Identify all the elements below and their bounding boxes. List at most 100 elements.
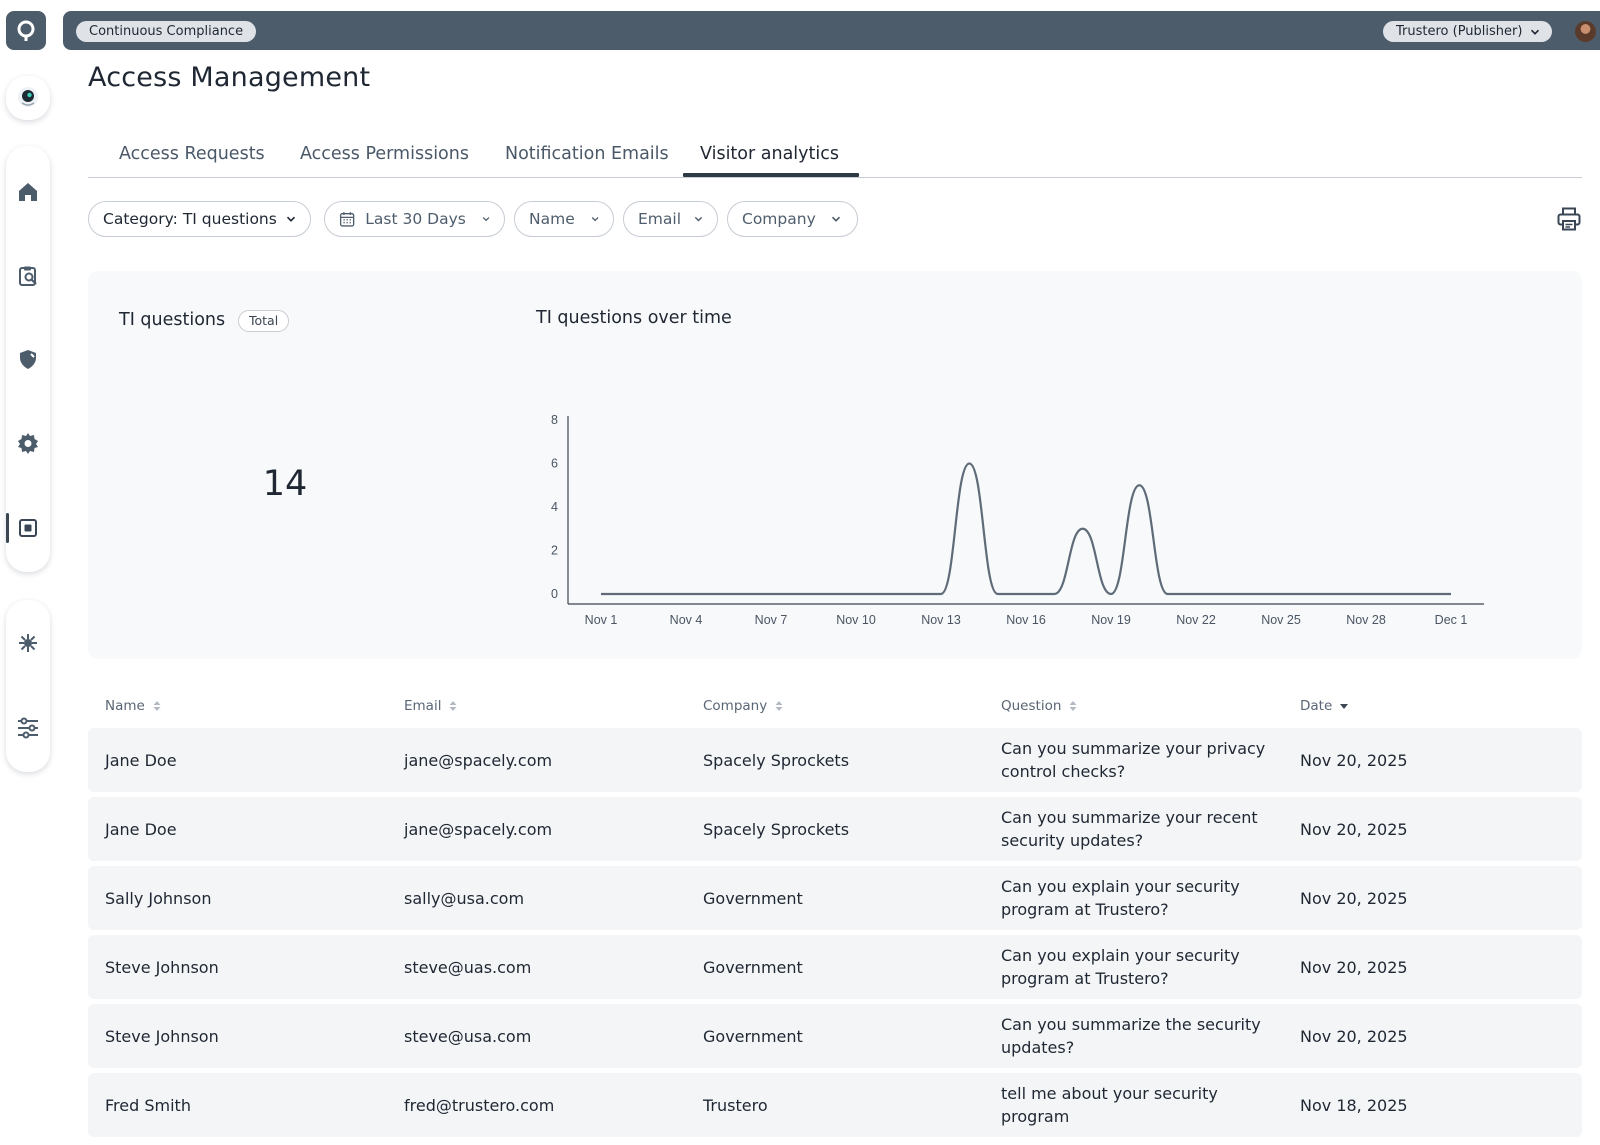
tab-access-requests[interactable]: Access Requests [119, 144, 265, 164]
column-header-name[interactable]: Name [105, 698, 162, 714]
column-label: Name [105, 698, 145, 714]
table-row[interactable]: Steve Johnson steve@usa.com Government Can … [88, 1004, 1582, 1068]
y-tick-label: 2 [551, 544, 558, 558]
y-tick-label: 6 [551, 457, 558, 471]
cell-question: Can you summarize your recent security u… [1001, 808, 1258, 850]
active-tab-indicator [683, 173, 859, 177]
chevron-down-icon [1531, 29, 1540, 35]
cell-email: jane@spacely.com [404, 750, 553, 770]
account-switcher[interactable]: Trustero (Publisher) [1383, 21, 1553, 42]
chevron-down-icon [694, 216, 703, 222]
account-label: Trustero (Publisher) [1396, 24, 1523, 39]
x-tick-label: Nov 1 [585, 613, 618, 627]
total-badge: Total [238, 310, 290, 332]
table-row[interactable]: Steve Johnson steve@uas.com Government Can … [88, 935, 1582, 999]
x-tick-label: Nov 19 [1091, 613, 1131, 627]
assistant-icon[interactable] [6, 82, 50, 112]
column-label: Email [404, 698, 442, 714]
cell-name: Jane Doe [105, 750, 177, 770]
cell-name: Fred Smith [105, 1095, 191, 1115]
cell-name: Sally Johnson [105, 888, 212, 908]
avatar[interactable] [1575, 21, 1596, 42]
settings-sliders-icon[interactable] [6, 713, 50, 743]
sort-icon [1069, 701, 1077, 711]
sort-desc-icon [1340, 704, 1349, 709]
cell-name: Jane Doe [105, 819, 177, 839]
shield-icon[interactable] [6, 344, 50, 374]
sort-icon [449, 701, 457, 711]
cell-name: Steve Johnson [105, 1026, 219, 1046]
cell-company: Trustero [703, 1095, 768, 1115]
print-icon[interactable] [1556, 206, 1582, 232]
cell-email: sally@usa.com [404, 888, 525, 908]
table-row[interactable]: Fred Smith fred@trustero.com Trustero tell … [88, 1073, 1582, 1137]
date-range-filter[interactable]: Last 30 Days [324, 201, 505, 237]
calendar-icon [339, 212, 355, 227]
y-tick-label: 0 [551, 587, 558, 601]
column-label: Date [1300, 698, 1333, 714]
name-filter-label: Name [529, 210, 575, 228]
cell-company: Government [703, 957, 803, 977]
trust-center-icon[interactable] [6, 513, 50, 543]
cell-date: Nov 20, 2025 [1300, 957, 1408, 977]
column-header-question[interactable]: Question [1001, 698, 1078, 714]
table-row[interactable]: Sally Johnson sally@usa.com Government Can … [88, 866, 1582, 930]
y-tick-label: 4 [551, 500, 558, 514]
email-filter[interactable]: Email [623, 201, 718, 237]
cell-question: tell me about your security program [1001, 1084, 1218, 1126]
cell-question: Can you summarize the security updates? [1001, 1015, 1261, 1057]
table-row[interactable]: Jane Doe jane@spacely.com Spacely Sprocket… [88, 797, 1582, 861]
column-header-email[interactable]: Email [404, 698, 458, 714]
table-header: Name Email Company Question Date [88, 696, 1582, 720]
category-filter[interactable]: Category: TI questions [88, 201, 311, 237]
x-tick-label: Nov 4 [670, 613, 703, 627]
column-header-date[interactable]: Date [1300, 698, 1349, 714]
cell-date: Nov 18, 2025 [1300, 1095, 1408, 1115]
app-logo[interactable] [6, 11, 46, 50]
clipboard-search-icon[interactable] [6, 261, 50, 291]
series-line [600, 462, 1451, 596]
tab-visitor-analytics[interactable]: Visitor analytics [700, 144, 839, 164]
cell-email: fred@trustero.com [404, 1095, 555, 1115]
x-tick-label: Nov 25 [1261, 613, 1301, 627]
chevron-down-icon [482, 217, 490, 222]
cell-company: Spacely Sprockets [703, 750, 850, 770]
name-filter[interactable]: Name [514, 201, 614, 237]
cell-email: steve@usa.com [404, 1026, 532, 1046]
x-tick-label: Nov 28 [1346, 613, 1386, 627]
table-row[interactable]: Jane Doe jane@spacely.com Spacely Sprocket… [88, 728, 1582, 792]
tab-access-permissions[interactable]: Access Permissions [300, 144, 469, 164]
cell-company: Government [703, 888, 803, 908]
cell-date: Nov 20, 2025 [1300, 1026, 1408, 1046]
integrations-icon[interactable] [6, 628, 50, 658]
top-bar: Continuous Compliance Trustero (Publishe… [63, 11, 1600, 50]
home-icon[interactable] [6, 177, 50, 207]
tab-notification-emails[interactable]: Notification Emails [505, 144, 669, 164]
column-label: Question [1001, 698, 1062, 714]
line-chart: 0 2 4 6 8 Nov 1 Nov 4 Nov 7 Nov 10 Nov 13 Nov 16 No… [551, 413, 1484, 627]
x-tick-label: Nov 16 [1006, 613, 1046, 627]
email-filter-label: Email [638, 210, 682, 228]
company-filter-label: Company [742, 210, 816, 228]
y-tick-label: 8 [551, 413, 558, 427]
cell-date: Nov 20, 2025 [1300, 750, 1408, 770]
x-tick-label: Dec 1 [1435, 613, 1468, 627]
column-label: Company [703, 698, 768, 714]
cell-question: Can you explain your security program at… [1001, 877, 1240, 919]
workspace-pill[interactable]: Continuous Compliance [76, 21, 257, 42]
cell-company: Government [703, 1026, 803, 1046]
cell-email: jane@spacely.com [404, 819, 553, 839]
cell-question: Can you explain your security program at… [1001, 946, 1240, 988]
x-tick-label: Nov 22 [1176, 613, 1216, 627]
cell-question: Can you summarize your privacy control c… [1001, 739, 1266, 781]
gear-icon[interactable] [6, 428, 50, 458]
chevron-down-icon [591, 217, 599, 222]
cell-date: Nov 20, 2025 [1300, 888, 1408, 908]
logo-icon [17, 20, 35, 41]
company-filter[interactable]: Company [727, 201, 858, 237]
cell-email: steve@uas.com [404, 957, 532, 977]
x-tick-label: Nov 10 [836, 613, 876, 627]
chevron-down-icon [831, 216, 840, 222]
stat-label: TI questions [119, 310, 226, 330]
column-header-company[interactable]: Company [703, 698, 784, 714]
